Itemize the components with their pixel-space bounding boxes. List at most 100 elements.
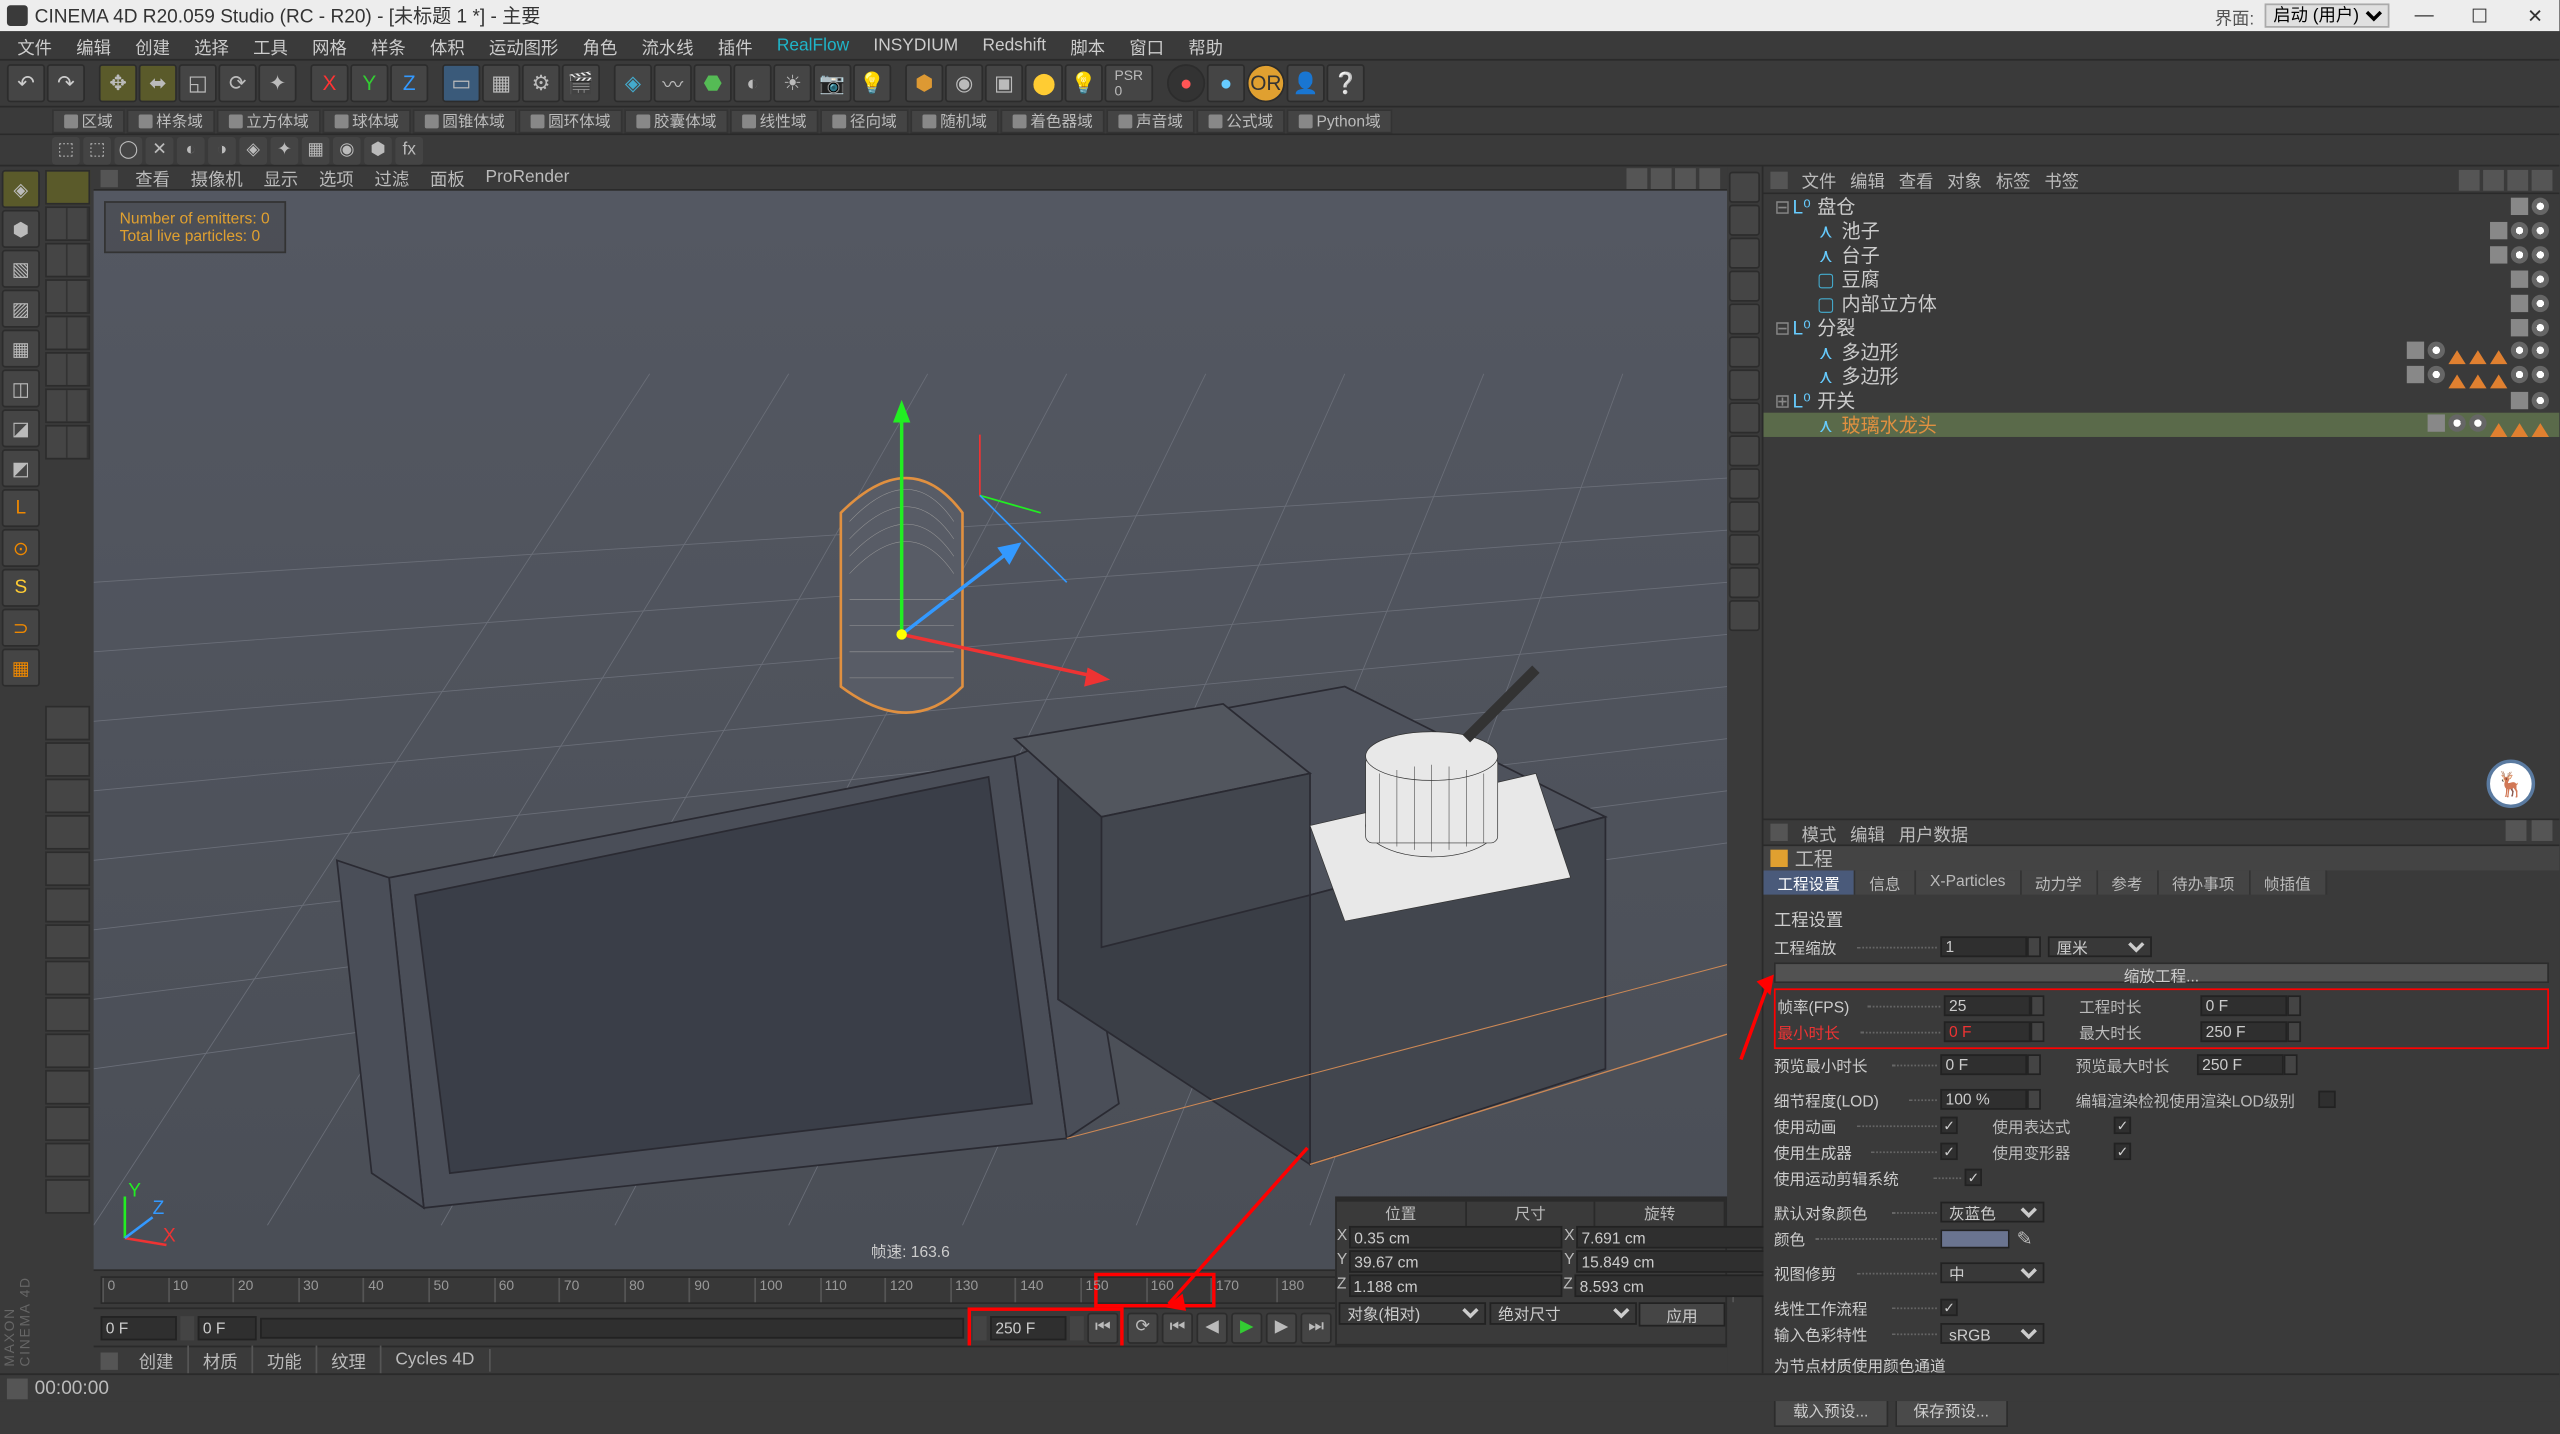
tool-icon[interactable]: ⊙ [2, 529, 40, 567]
viewport-menu-item[interactable]: ProRender [482, 168, 573, 187]
mograph-tool[interactable]: ⬢ [905, 64, 943, 102]
menu-item[interactable]: 网格 [302, 30, 357, 59]
eyedropper-icon[interactable]: ✎ [2017, 1227, 2033, 1250]
field-button[interactable]: 着色器域 [1001, 108, 1105, 132]
close-button[interactable]: ✕ [2518, 4, 2553, 27]
attr-tab[interactable]: 工程设置 [1763, 870, 1855, 894]
maximize-button[interactable]: ☐ [2462, 4, 2497, 27]
y-axis-button[interactable]: Y [350, 64, 388, 102]
vp-tool-icon[interactable] [1729, 600, 1760, 631]
tree-row[interactable]: ⋏多边形 [1763, 364, 2559, 388]
x-axis-button[interactable]: X [310, 64, 348, 102]
rotate-tool[interactable]: ⟳ [218, 64, 256, 102]
attr-menu-item[interactable]: 编辑 [1850, 819, 1885, 845]
lod-checkbox[interactable] [2318, 1091, 2335, 1108]
menu-item[interactable]: 工具 [243, 30, 298, 59]
bottom-tab[interactable]: 纹理 [317, 1346, 381, 1375]
bottom-tab[interactable]: 材质 [189, 1346, 253, 1375]
octane-icon[interactable]: OR [1247, 64, 1285, 102]
tool-icon[interactable]: ◉ [333, 136, 361, 164]
menu-item[interactable]: 选择 [184, 30, 239, 59]
spinner[interactable] [2027, 1054, 2041, 1075]
tool-icon[interactable]: ⬚ [52, 136, 80, 164]
spinner[interactable] [2031, 1021, 2045, 1042]
cross-icon[interactable] [45, 170, 90, 205]
color-swatch[interactable] [1940, 1229, 2009, 1248]
obj-menu-item[interactable]: 对象 [1947, 166, 1982, 192]
obj-menu-item[interactable]: 编辑 [1850, 166, 1885, 192]
size-input[interactable] [1576, 1250, 1789, 1273]
vp-tool-icon[interactable] [1729, 271, 1760, 302]
bottom-tab[interactable]: Cycles 4D [381, 1349, 490, 1372]
tool-icon[interactable] [45, 924, 90, 959]
menu-item[interactable]: 窗口 [1119, 30, 1174, 59]
clapperboard-icon[interactable]: 🎬 [562, 64, 600, 102]
field-tool[interactable]: ◉ [945, 64, 983, 102]
tool-icon[interactable]: ⬚ [83, 136, 111, 164]
menu-item[interactable]: 脚本 [1060, 30, 1115, 59]
menu-item[interactable]: 创建 [125, 30, 180, 59]
tool-icon[interactable]: ◩ [2, 449, 40, 487]
fps-input[interactable] [1944, 995, 2031, 1016]
from-frame-input[interactable] [198, 1315, 257, 1339]
tree-row[interactable]: ⊟L⁰分裂 [1763, 316, 2559, 340]
light-tool[interactable]: 💡 [853, 64, 891, 102]
volume-tool[interactable]: ▣ [985, 64, 1023, 102]
menu-item[interactable]: 插件 [707, 30, 762, 59]
loop-button[interactable]: ⟳ [1127, 1312, 1158, 1343]
attr-tab[interactable]: X-Particles [1916, 870, 2021, 894]
preview-min-input[interactable] [1940, 1054, 2027, 1075]
field-button[interactable]: 圆环体域 [519, 108, 623, 132]
tool-icon[interactable]: ⬢ [364, 136, 392, 164]
tool-icon[interactable] [45, 742, 90, 777]
attr-tab[interactable]: 待办事项 [2158, 870, 2250, 894]
spinner[interactable] [2031, 995, 2045, 1016]
vp-tool-icon[interactable] [1729, 205, 1760, 236]
tag-tool[interactable]: ⬤ [1025, 64, 1063, 102]
viewclip-select[interactable]: 中 [1940, 1262, 2044, 1283]
obj-menu-item[interactable]: 文件 [1802, 166, 1837, 192]
play-button[interactable]: ▶ [1231, 1312, 1262, 1343]
spinner[interactable] [2287, 1021, 2301, 1042]
tool-icon[interactable] [45, 888, 90, 923]
tree-row[interactable]: ▢豆腐 [1763, 267, 2559, 291]
tool-icon[interactable]: ◪ [2, 409, 40, 447]
menu-item[interactable]: RealFlow [766, 34, 859, 57]
tree-row[interactable]: ⊞L⁰开关 [1763, 388, 2559, 412]
defcolor-select[interactable]: 灰蓝色 [1940, 1202, 2044, 1223]
vp-tool-icon[interactable] [1729, 567, 1760, 598]
magnet-icon[interactable]: ⊃ [2, 609, 40, 647]
render-picture-button[interactable]: ▭ [442, 64, 480, 102]
tool-icon[interactable] [45, 1070, 90, 1105]
lod-input[interactable] [1940, 1089, 2027, 1110]
field-button[interactable]: 胶囊体域 [624, 108, 728, 132]
scale-input[interactable] [1940, 936, 2027, 957]
tool-icon[interactable] [45, 388, 90, 423]
min-input[interactable] [1944, 1021, 2031, 1042]
attr-menu-item[interactable]: 用户数据 [1899, 819, 1968, 845]
viewport-menu-item[interactable]: 面板 [427, 165, 469, 191]
tool-icon[interactable]: ✦ [271, 136, 299, 164]
obj-menu-item[interactable]: 标签 [1996, 166, 2031, 192]
menu-item[interactable]: 体积 [420, 30, 475, 59]
redo-button[interactable]: ↷ [47, 64, 85, 102]
tool-icon[interactable]: ◐ [177, 136, 205, 164]
tool-icon[interactable] [45, 425, 90, 460]
field-button[interactable]: 立方体域 [217, 108, 321, 132]
preview-max-input[interactable] [2197, 1054, 2284, 1075]
pos-input[interactable] [1349, 1250, 1562, 1273]
scale-project-button[interactable]: 缩放工程... [1774, 962, 2549, 983]
tree-row[interactable]: ⋏台子 [1763, 243, 2559, 267]
sphere-icon[interactable]: ● [1207, 64, 1245, 102]
vp-tool-icon[interactable] [1729, 435, 1760, 466]
timeline-track[interactable] [260, 1317, 964, 1338]
tool-icon[interactable]: ▦ [2, 329, 40, 367]
viewport[interactable]: Number of emitters: 0 Total live particl… [94, 191, 1727, 1270]
apply-button[interactable]: 应用 [1639, 1302, 1726, 1326]
menu-item[interactable]: 帮助 [1178, 30, 1233, 59]
vp-tool-icon[interactable] [1729, 501, 1760, 532]
spinner[interactable] [2284, 1054, 2298, 1075]
tree-row[interactable]: ⋏池子 [1763, 218, 2559, 242]
menu-item[interactable]: 编辑 [66, 30, 121, 59]
step-back-button[interactable]: ◀ [1196, 1312, 1227, 1343]
